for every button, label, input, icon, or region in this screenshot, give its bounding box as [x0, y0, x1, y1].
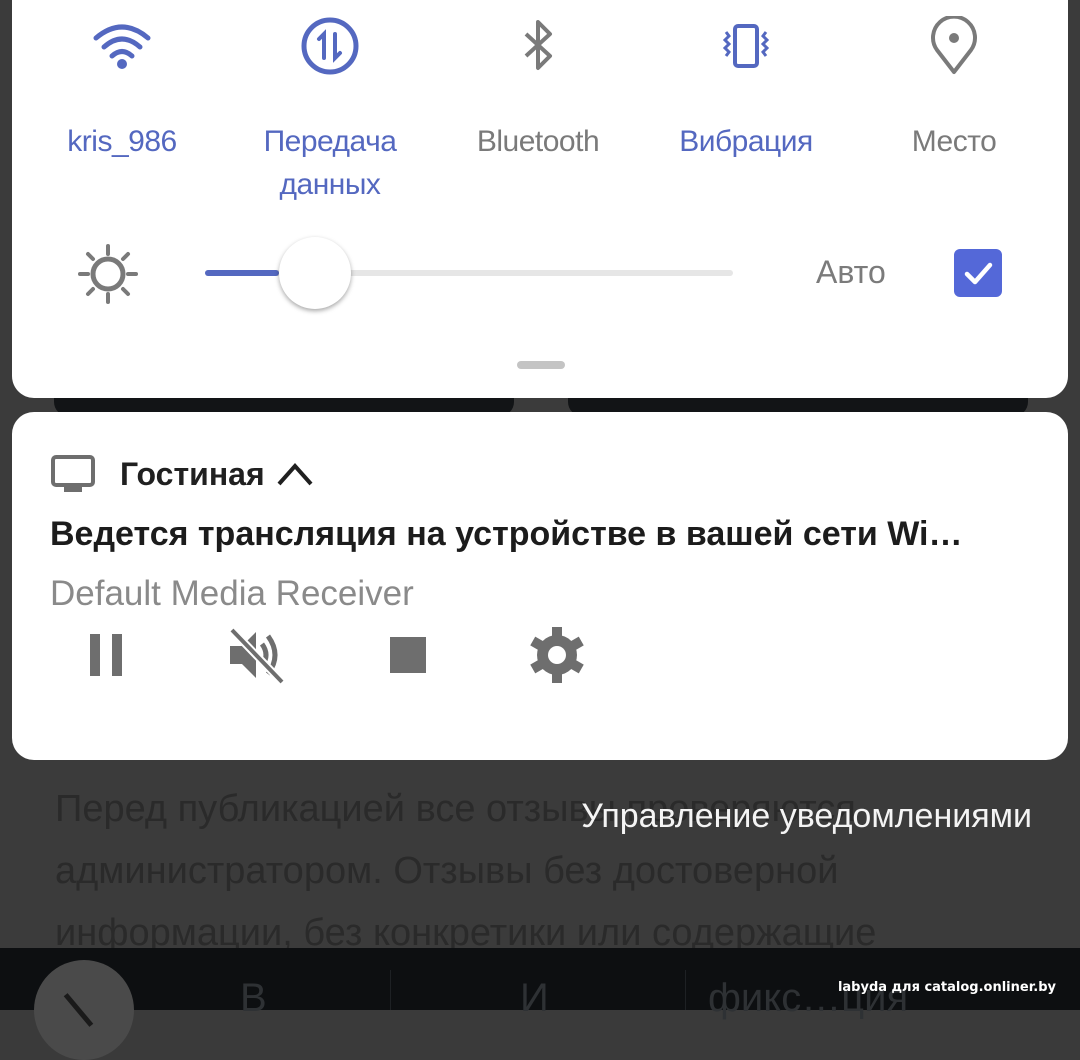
drag-handle[interactable]: [517, 361, 565, 369]
auto-brightness-checkbox[interactable]: [954, 249, 1002, 297]
tile-label: kris_986: [67, 125, 177, 158]
brightness-slider[interactable]: [205, 237, 733, 309]
background-bottom-bar: В И фикс…ция labyda для catalog.onliner.…: [0, 948, 1080, 1060]
gear-icon: [530, 627, 584, 683]
cast-notification: Гостиная Ведется трансляция на устройств…: [12, 412, 1068, 760]
vibrate-icon: [722, 24, 770, 68]
notification-header[interactable]: Гостиная: [50, 452, 315, 496]
tv-icon: [51, 455, 95, 492]
tile-label: Bluetooth: [476, 125, 600, 158]
background-tab: И: [520, 976, 549, 1020]
watermark: labyda для catalog.onliner.by: [837, 980, 1056, 995]
chevron-up-icon[interactable]: [275, 460, 315, 488]
divider: [390, 970, 391, 1010]
tile-label: Вибрация: [679, 125, 813, 158]
divider: [685, 970, 686, 1010]
background-tab: В: [240, 976, 267, 1020]
slider-thumb[interactable]: [279, 237, 351, 309]
pause-button[interactable]: [76, 622, 142, 688]
mobile-data-icon: [301, 17, 359, 75]
quick-settings-panel: kris_986 Передача данных Bluetooth Вибра…: [12, 0, 1068, 398]
auto-brightness-label: Авто: [816, 254, 886, 290]
tile-label: Передача данных: [263, 125, 397, 201]
stop-button[interactable]: [375, 622, 441, 688]
notification-app-label: Гостиная: [120, 455, 265, 492]
pause-icon: [90, 634, 122, 676]
brightness-icon: [78, 244, 138, 304]
background-avatar: [34, 960, 134, 1060]
mute-button[interactable]: [224, 622, 290, 688]
notification-subtitle: Default Media Receiver: [50, 574, 414, 613]
notification-title: Ведется трансляция на устройстве в вашей…: [50, 515, 963, 553]
slider-fill: [205, 270, 279, 276]
stop-icon: [390, 637, 426, 673]
wifi-icon: [93, 24, 151, 69]
volume-off-icon: [229, 627, 285, 685]
check-icon: [964, 262, 993, 285]
location-icon: [931, 16, 977, 74]
cast-settings-button[interactable]: [524, 622, 590, 688]
tile-label: Место: [911, 125, 997, 158]
manage-notifications-link[interactable]: Управление уведомлениями: [581, 797, 1032, 836]
bluetooth-icon: [524, 20, 552, 70]
